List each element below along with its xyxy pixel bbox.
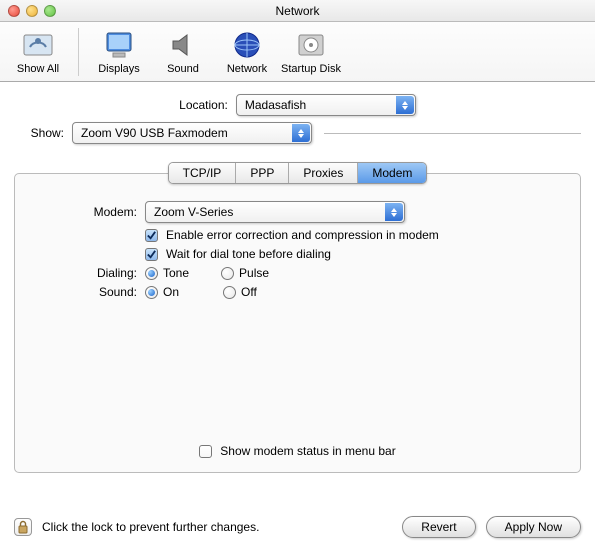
dialing-tone-radio[interactable] [145, 267, 158, 280]
zoom-button[interactable] [44, 5, 56, 17]
wait-dialtone-checkbox[interactable] [145, 248, 158, 261]
dialing-pulse-label: Pulse [239, 266, 269, 280]
show-all-icon [22, 29, 54, 61]
network-button[interactable]: Network [215, 29, 279, 75]
sound-off-radio[interactable] [223, 286, 236, 299]
menubar-checkbox[interactable] [199, 445, 212, 458]
dialing-pulse-radio[interactable] [221, 267, 234, 280]
modem-select[interactable]: Zoom V-Series [145, 201, 405, 223]
startup-disk-button[interactable]: Startup Disk [279, 29, 343, 75]
sound-label: Sound: [31, 285, 137, 299]
show-select[interactable]: Zoom V90 USB Faxmodem [72, 122, 312, 144]
location-label: Location: [179, 98, 228, 112]
sound-on-label: On [163, 285, 179, 299]
modem-pane: Modem: Zoom V-Series Enable error correc… [14, 173, 581, 473]
lock-text: Click the lock to prevent further change… [42, 520, 259, 534]
network-icon [231, 29, 263, 61]
location-value: Madasafish [245, 98, 306, 112]
divider-line [324, 133, 581, 134]
lock-button[interactable] [14, 518, 32, 536]
show-value: Zoom V90 USB Faxmodem [81, 126, 228, 140]
titlebar: Network [0, 0, 595, 22]
select-arrows-icon [292, 124, 310, 142]
tab-tcpip[interactable]: TCP/IP [169, 163, 237, 183]
displays-label: Displays [98, 63, 140, 75]
wait-dialtone-label: Wait for dial tone before dialing [166, 247, 331, 261]
dialing-tone-label: Tone [163, 266, 189, 280]
show-all-button[interactable]: Show All [6, 29, 70, 75]
startup-disk-label: Startup Disk [281, 63, 341, 75]
show-label: Show: [14, 126, 64, 140]
startup-disk-icon [295, 29, 327, 61]
location-select[interactable]: Madasafish [236, 94, 416, 116]
displays-button[interactable]: Displays [87, 29, 151, 75]
sound-icon [167, 29, 199, 61]
minimize-button[interactable] [26, 5, 38, 17]
displays-icon [103, 29, 135, 61]
tab-modem[interactable]: Modem [358, 163, 426, 183]
revert-button[interactable]: Revert [402, 516, 475, 538]
error-correction-checkbox[interactable] [145, 229, 158, 242]
dialing-label: Dialing: [31, 266, 137, 280]
sound-button[interactable]: Sound [151, 29, 215, 75]
sound-label: Sound [167, 63, 199, 75]
footer: Click the lock to prevent further change… [14, 516, 581, 538]
window-title: Network [0, 4, 595, 18]
error-correction-label: Enable error correction and compression … [166, 228, 439, 242]
select-arrows-icon [385, 203, 403, 221]
sound-on-radio[interactable] [145, 286, 158, 299]
modem-value: Zoom V-Series [154, 205, 233, 219]
toolbar-divider [78, 28, 79, 76]
apply-button[interactable]: Apply Now [486, 516, 581, 538]
close-button[interactable] [8, 5, 20, 17]
toolbar: Show All Displays Sound Network Startup … [0, 22, 595, 82]
tab-ppp[interactable]: PPP [236, 163, 289, 183]
show-all-label: Show All [17, 63, 59, 75]
tab-proxies[interactable]: Proxies [289, 163, 358, 183]
modem-label: Modem: [31, 205, 137, 219]
sound-off-label: Off [241, 285, 257, 299]
menubar-label: Show modem status in menu bar [220, 444, 395, 458]
network-label: Network [227, 63, 267, 75]
tab-bar: TCP/IP PPP Proxies Modem [168, 162, 428, 184]
select-arrows-icon [396, 96, 414, 114]
